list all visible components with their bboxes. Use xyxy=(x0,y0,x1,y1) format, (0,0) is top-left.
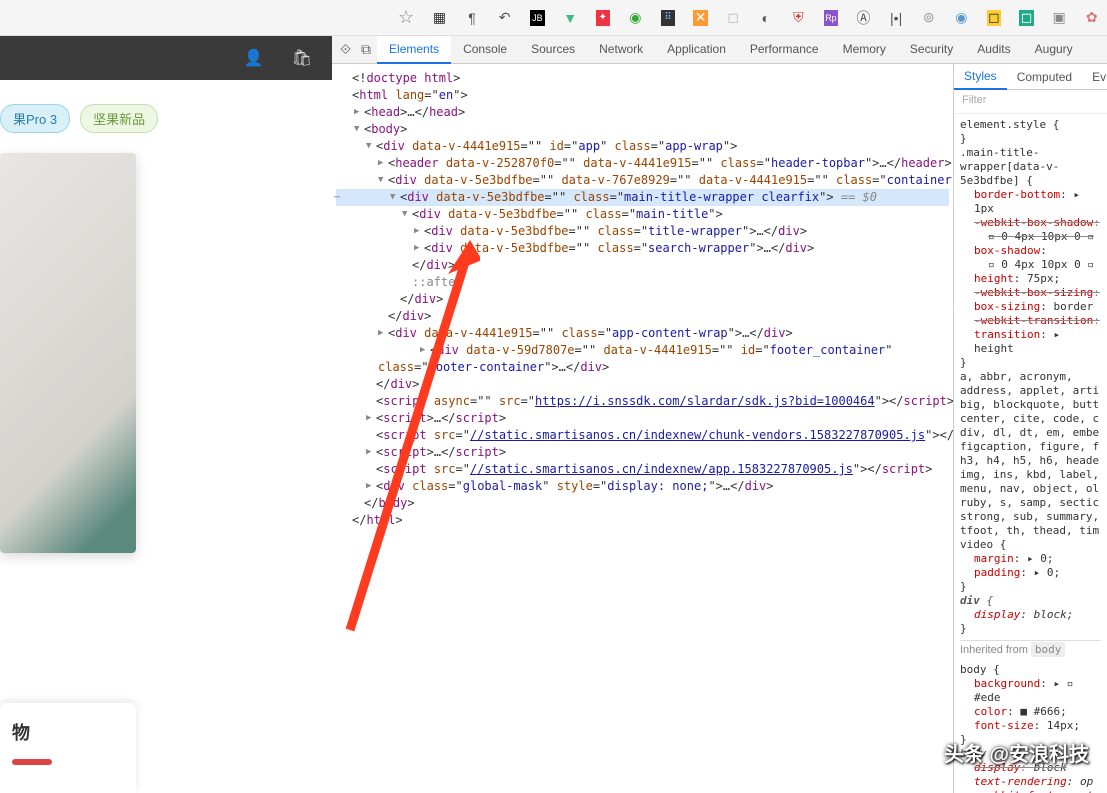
ext-multi-icon[interactable]: ⠿ xyxy=(661,10,676,26)
ext-vue-icon[interactable]: ▼ xyxy=(563,10,578,26)
ext-orange-icon[interactable]: ✕ xyxy=(693,10,708,26)
ext-teal-icon[interactable]: ◻ xyxy=(1019,10,1034,26)
style-rule-block[interactable]: element.style {} xyxy=(960,118,1101,146)
dom-line[interactable]: <script async="" src="https://i.snssdk.c… xyxy=(336,393,949,410)
dom-line[interactable]: <script src="//static.smartisanos.cn/ind… xyxy=(336,461,949,478)
dom-line[interactable]: ▶<div class="global-mask" style="display… xyxy=(336,478,949,495)
dom-line[interactable]: ▶<header data-v-252870f0="" data-v-4441e… xyxy=(336,155,949,172)
styles-filter[interactable]: Filter xyxy=(954,90,1107,114)
dom-line[interactable]: ▶<head>…</head> xyxy=(336,104,949,121)
dom-line[interactable]: ▶<script>…</script> xyxy=(336,410,949,427)
devtools-tab-memory[interactable]: Memory xyxy=(831,36,898,64)
star-icon[interactable]: ☆ xyxy=(398,7,414,28)
dom-line[interactable]: ▼<div data-v-4441e915="" id="app" class=… xyxy=(336,138,949,155)
site-content: 果Pro 3 坚果新品 物 xyxy=(0,80,332,793)
ext-grey-icon[interactable]: ◻ xyxy=(726,10,741,26)
user-icon[interactable]: 👤 xyxy=(244,48,264,68)
style-rule-block[interactable]: div {display: block;} xyxy=(960,594,1101,636)
dom-line[interactable]: ▶<div data-v-5e3bdfbe="" class="title-wr… xyxy=(336,223,949,240)
dom-line[interactable]: </div> xyxy=(336,376,949,393)
devtools-panel: ⟐ ⧉ ElementsConsoleSourcesNetworkApplica… xyxy=(332,36,1107,793)
style-rule-block[interactable]: .main-title-wrapper[data-v-5e3bdfbe] {bo… xyxy=(960,146,1101,370)
inspect-icon[interactable]: ⟐ xyxy=(340,41,351,58)
ext-jb-icon[interactable]: JB xyxy=(530,10,545,26)
style-rule-block[interactable]: body {background: ▸ ▫ #edecolor: ■ #666;… xyxy=(960,663,1101,747)
styles-pane: Styles Computed Ev Filter element.style … xyxy=(953,64,1107,793)
dom-line[interactable]: ▶<div data-v-59d7807e="" data-v-4441e915… xyxy=(336,342,949,376)
devtools-tab-security[interactable]: Security xyxy=(898,36,965,64)
ext-green-icon[interactable]: ◉ xyxy=(628,10,643,26)
product-hero-image xyxy=(0,153,136,553)
devtools-tab-sources[interactable]: Sources xyxy=(519,36,587,64)
ext-qr-icon[interactable]: ▦ xyxy=(432,10,447,26)
dom-line[interactable]: ::after xyxy=(336,274,949,291)
dom-line[interactable]: <html lang="en"> xyxy=(336,87,949,104)
devtools-tab-console[interactable]: Console xyxy=(451,36,519,64)
ext-purple-icon[interactable]: Rp xyxy=(824,10,839,26)
dom-line[interactable]: </html> xyxy=(336,512,949,529)
dom-line[interactable]: ⋯▼<div data-v-5e3bdfbe="" class="main-ti… xyxy=(336,189,949,206)
ext-moon-icon[interactable]: ◐ xyxy=(758,10,773,26)
ext-target-icon[interactable]: ⊚ xyxy=(921,10,936,26)
dom-line[interactable]: <!doctype html> xyxy=(336,70,949,87)
ext-globe-icon[interactable]: ◉ xyxy=(954,10,969,26)
dom-line[interactable]: </div> xyxy=(336,308,949,325)
website-preview-pane: 👤 🛍 果Pro 3 坚果新品 物 xyxy=(0,36,332,793)
product-badge-1[interactable]: 果Pro 3 xyxy=(0,104,70,133)
dom-line[interactable]: ▼<div data-v-5e3bdfbe="" data-v-767e8929… xyxy=(336,172,949,189)
bottom-card-title: 物 xyxy=(12,719,124,745)
devtools-tab-audits[interactable]: Audits xyxy=(965,36,1022,64)
ext-red-icon[interactable]: ✦ xyxy=(596,10,611,26)
device-icon[interactable]: ⧉ xyxy=(361,41,371,58)
styles-tab-styles[interactable]: Styles xyxy=(954,64,1007,90)
ext-puzzle-icon[interactable]: ✿ xyxy=(1084,10,1099,26)
accent-divider xyxy=(12,759,52,765)
dom-line[interactable]: </div> xyxy=(336,291,949,308)
dom-line[interactable]: ▼<div data-v-5e3bdfbe="" class="main-tit… xyxy=(336,206,949,223)
bottom-card[interactable]: 物 xyxy=(0,703,136,793)
dom-line[interactable]: ▼<body> xyxy=(336,121,949,138)
devtools-tab-application[interactable]: Application xyxy=(655,36,738,64)
devtools-tab-elements[interactable]: Elements xyxy=(377,36,451,64)
site-topbar: 👤 🛍 xyxy=(0,36,332,80)
dom-line[interactable]: </div> xyxy=(336,257,949,274)
ext-yellow-icon[interactable]: ◻ xyxy=(987,10,1002,26)
dom-tree[interactable]: <!doctype html><html lang="en">▶<head>…<… xyxy=(332,64,953,793)
product-badge-2[interactable]: 坚果新品 xyxy=(80,104,158,133)
devtools-tab-performance[interactable]: Performance xyxy=(738,36,831,64)
styles-tab-computed[interactable]: Computed xyxy=(1007,65,1082,89)
ext-shield-icon[interactable]: ⛨ xyxy=(791,10,806,26)
styles-body[interactable]: element.style {}.main-title-wrapper[data… xyxy=(954,114,1107,793)
dom-line[interactable]: ▶<div data-v-4441e915="" class="app-cont… xyxy=(336,325,949,342)
styles-tabs: Styles Computed Ev xyxy=(954,64,1107,90)
devtools-tabs: ⟐ ⧉ ElementsConsoleSourcesNetworkApplica… xyxy=(332,36,1107,64)
dom-line[interactable]: ▶<div data-v-5e3bdfbe="" class="search-w… xyxy=(336,240,949,257)
ext-pilcrow-icon[interactable]: ¶ xyxy=(465,10,480,26)
ext-brackets-icon[interactable]: |•| xyxy=(889,10,904,26)
dom-line[interactable]: ▶<script>…</script> xyxy=(336,444,949,461)
watermark-text: 头条 @安浪科技 xyxy=(944,738,1089,767)
ext-acircle-icon[interactable]: Ⓐ xyxy=(856,10,871,26)
dom-line[interactable]: <script src="//static.smartisanos.cn/ind… xyxy=(336,427,949,444)
ext-camera-icon[interactable]: ▣ xyxy=(1052,10,1067,26)
devtools-tab-network[interactable]: Network xyxy=(587,36,655,64)
style-rule-block[interactable]: a, abbr, acronym, address, applet, arti … xyxy=(960,370,1101,594)
ext-history-icon[interactable]: ↶ xyxy=(497,10,512,26)
cart-icon[interactable]: 🛍 xyxy=(292,48,312,68)
devtools-tab-augury[interactable]: Augury xyxy=(1023,36,1085,64)
styles-tab-event[interactable]: Ev xyxy=(1082,65,1107,89)
dom-line[interactable]: </body> xyxy=(336,495,949,512)
browser-toolbar: ☆ ▦ ¶ ↶ JB ▼ ✦ ◉ ⠿ ✕ ◻ ◐ ⛨ Rp Ⓐ |•| ⊚ ◉ … xyxy=(0,0,1107,36)
